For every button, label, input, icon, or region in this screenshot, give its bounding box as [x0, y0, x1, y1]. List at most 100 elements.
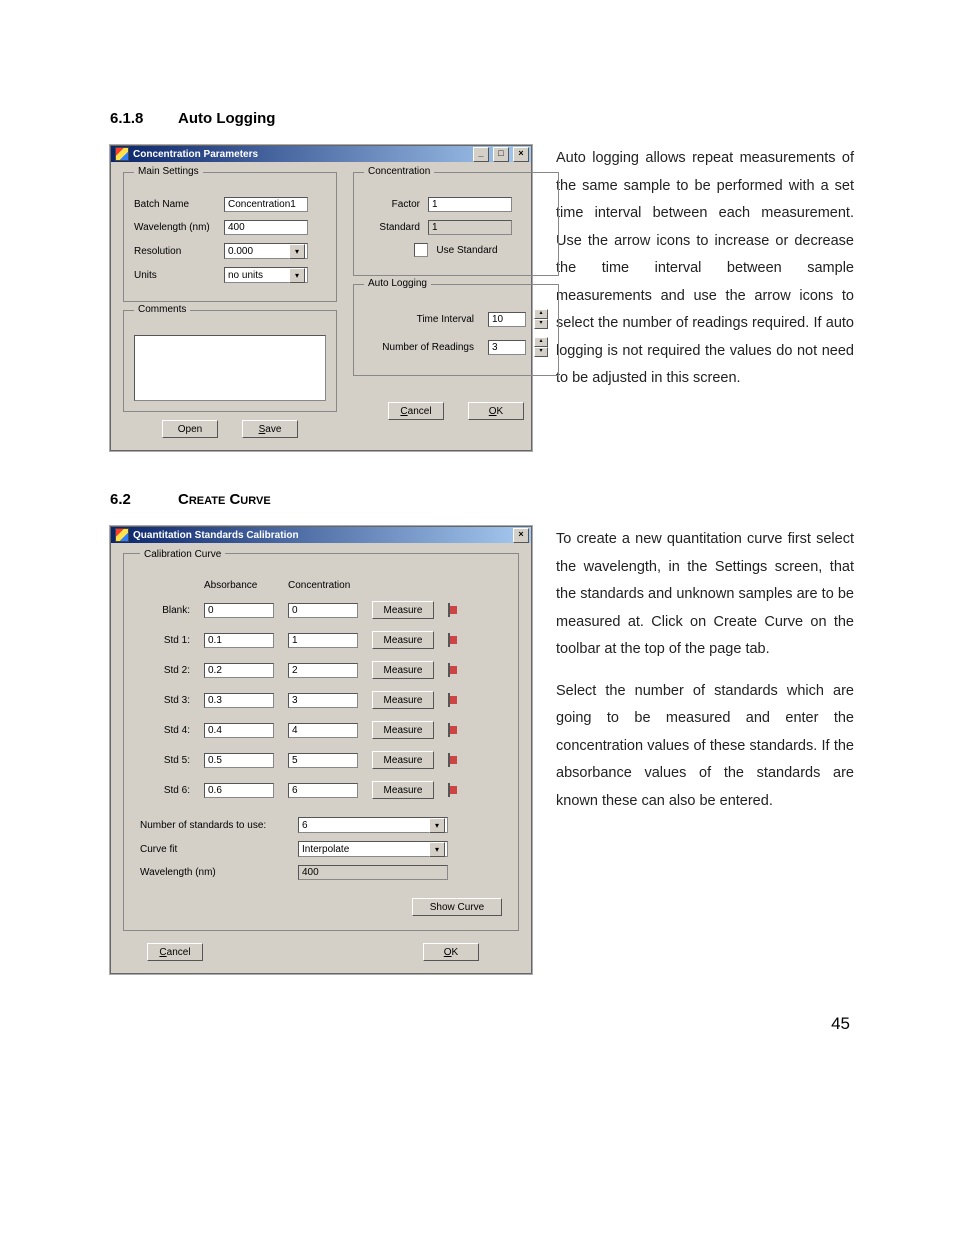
close-icon[interactable]: ×	[513, 147, 529, 162]
calibration-curve-group: Calibration Curve Absorbance Concentrati…	[123, 553, 519, 931]
group-label: Main Settings	[134, 166, 203, 177]
flag-icon	[448, 633, 462, 647]
time-interval-spinner[interactable]: ▴▾	[534, 309, 548, 329]
time-interval-input[interactable]	[488, 312, 526, 327]
wavelength-input[interactable]	[224, 220, 308, 235]
measure-button[interactable]: Measure	[372, 601, 434, 619]
factor-input[interactable]	[428, 197, 512, 212]
group-label: Auto Logging	[364, 278, 431, 289]
absorbance-input[interactable]	[204, 603, 274, 618]
heading-title: Auto Logging	[178, 110, 275, 127]
ok-button[interactable]: OK	[423, 943, 479, 961]
titlebar: Concentration Parameters _ □ ×	[111, 146, 531, 162]
page-number: 45	[110, 1014, 854, 1034]
absorbance-input[interactable]	[204, 783, 274, 798]
save-button[interactable]: Save	[242, 420, 298, 438]
flag-icon	[448, 753, 462, 767]
absorbance-input[interactable]	[204, 693, 274, 708]
group-label: Calibration Curve	[140, 549, 225, 560]
concentration-input[interactable]	[288, 783, 358, 798]
concentration-parameters-dialog: Concentration Parameters _ □ × Main Sett…	[110, 145, 532, 451]
auto-logging-paragraph: Auto logging allows repeat measurements …	[556, 145, 854, 393]
num-standards-label: Number of standards to use:	[140, 820, 290, 831]
measure-button[interactable]: Measure	[372, 721, 434, 739]
num-readings-spinner[interactable]: ▴▾	[534, 337, 548, 357]
col-absorbance: Absorbance	[204, 580, 274, 591]
create-curve-paragraph-1: To create a new quantitation curve first…	[556, 526, 854, 664]
concentration-input[interactable]	[288, 723, 358, 738]
measure-button[interactable]: Measure	[372, 661, 434, 679]
cancel-button[interactable]: Cancel	[147, 943, 203, 961]
flag-icon	[448, 663, 462, 677]
auto-logging-group: Auto Logging Time Interval ▴▾ Number of …	[353, 284, 559, 376]
create-curve-paragraph-2: Select the number of standards which are…	[556, 678, 854, 816]
use-standard-checkbox[interactable]	[414, 243, 428, 257]
standard-row: Std 6:Measure	[140, 781, 502, 799]
cancel-button[interactable]: Cancel	[388, 402, 444, 420]
standard-row: Std 5:Measure	[140, 751, 502, 769]
concentration-input[interactable]	[288, 663, 358, 678]
num-readings-label: Number of Readings	[364, 342, 480, 353]
std-label: Std 2:	[140, 665, 190, 676]
standard-label: Standard	[364, 222, 420, 233]
absorbance-input[interactable]	[204, 723, 274, 738]
app-icon	[115, 147, 129, 161]
num-standards-select[interactable]: 6 ▾	[298, 817, 448, 833]
resolution-select[interactable]: 0.000 ▾	[224, 243, 308, 259]
units-select[interactable]: no units ▾	[224, 267, 308, 283]
concentration-input[interactable]	[288, 753, 358, 768]
standard-row: Std 1: Measure	[140, 631, 502, 649]
factor-label: Factor	[364, 199, 420, 210]
units-label: Units	[134, 270, 216, 281]
minimize-icon[interactable]: _	[473, 147, 489, 162]
std-label: Std 4:	[140, 725, 190, 736]
batch-name-label: Batch Name	[134, 199, 216, 210]
absorbance-input[interactable]	[204, 753, 274, 768]
absorbance-input[interactable]	[204, 663, 274, 678]
concentration-input[interactable]	[288, 693, 358, 708]
heading-number: 6.1.8	[110, 110, 152, 127]
flag-icon	[448, 603, 462, 617]
open-button[interactable]: Open	[162, 420, 218, 438]
group-label: Comments	[134, 304, 190, 315]
std-label: Std 3:	[140, 695, 190, 706]
measure-button[interactable]: Measure	[372, 781, 434, 799]
measure-button[interactable]: Measure	[372, 631, 434, 649]
concentration-input[interactable]	[288, 633, 358, 648]
standard-row: Blank: Measure	[140, 601, 502, 619]
chevron-down-icon[interactable]: ▾	[289, 244, 305, 259]
heading-auto-logging: 6.1.8 Auto Logging	[110, 110, 854, 127]
ok-button[interactable]: OK	[468, 402, 524, 420]
absorbance-input[interactable]	[204, 633, 274, 648]
concentration-group: Concentration Factor Standard	[353, 172, 559, 276]
show-curve-button[interactable]: Show Curve	[412, 898, 502, 916]
curve-fit-select[interactable]: Interpolate ▾	[298, 841, 448, 857]
standard-row: Std 4: Measure	[140, 721, 502, 739]
heading-create-curve: 6.2 Create Curve	[110, 491, 854, 508]
close-icon[interactable]: ×	[513, 528, 529, 543]
measure-button[interactable]: Measure	[372, 751, 434, 769]
group-label: Concentration	[364, 166, 434, 177]
wavelength-label: Wavelength (nm)	[140, 867, 290, 878]
num-readings-input[interactable]	[488, 340, 526, 355]
std-label: Std 1:	[140, 635, 190, 646]
time-interval-label: Time Interval	[364, 314, 480, 325]
standard-row: Std 2: Measure	[140, 661, 502, 679]
std-label: Blank:	[140, 605, 190, 616]
maximize-icon[interactable]: □	[493, 147, 509, 162]
use-standard-label: Use Standard	[436, 245, 497, 256]
curve-fit-label: Curve fit	[140, 844, 290, 855]
concentration-input[interactable]	[288, 603, 358, 618]
measure-button[interactable]: Measure	[372, 691, 434, 709]
standard-row: Std 3: Measure	[140, 691, 502, 709]
wavelength-display	[298, 865, 448, 880]
chevron-down-icon[interactable]: ▾	[429, 818, 445, 833]
quantitation-standards-dialog: Quantitation Standards Calibration × Cal…	[110, 526, 532, 974]
chevron-down-icon[interactable]: ▾	[429, 842, 445, 857]
batch-name-input[interactable]	[224, 197, 308, 212]
titlebar: Quantitation Standards Calibration ×	[111, 527, 531, 543]
standard-input	[428, 220, 512, 235]
comments-textarea[interactable]	[134, 335, 326, 401]
flag-icon	[448, 693, 462, 707]
chevron-down-icon[interactable]: ▾	[289, 268, 305, 283]
